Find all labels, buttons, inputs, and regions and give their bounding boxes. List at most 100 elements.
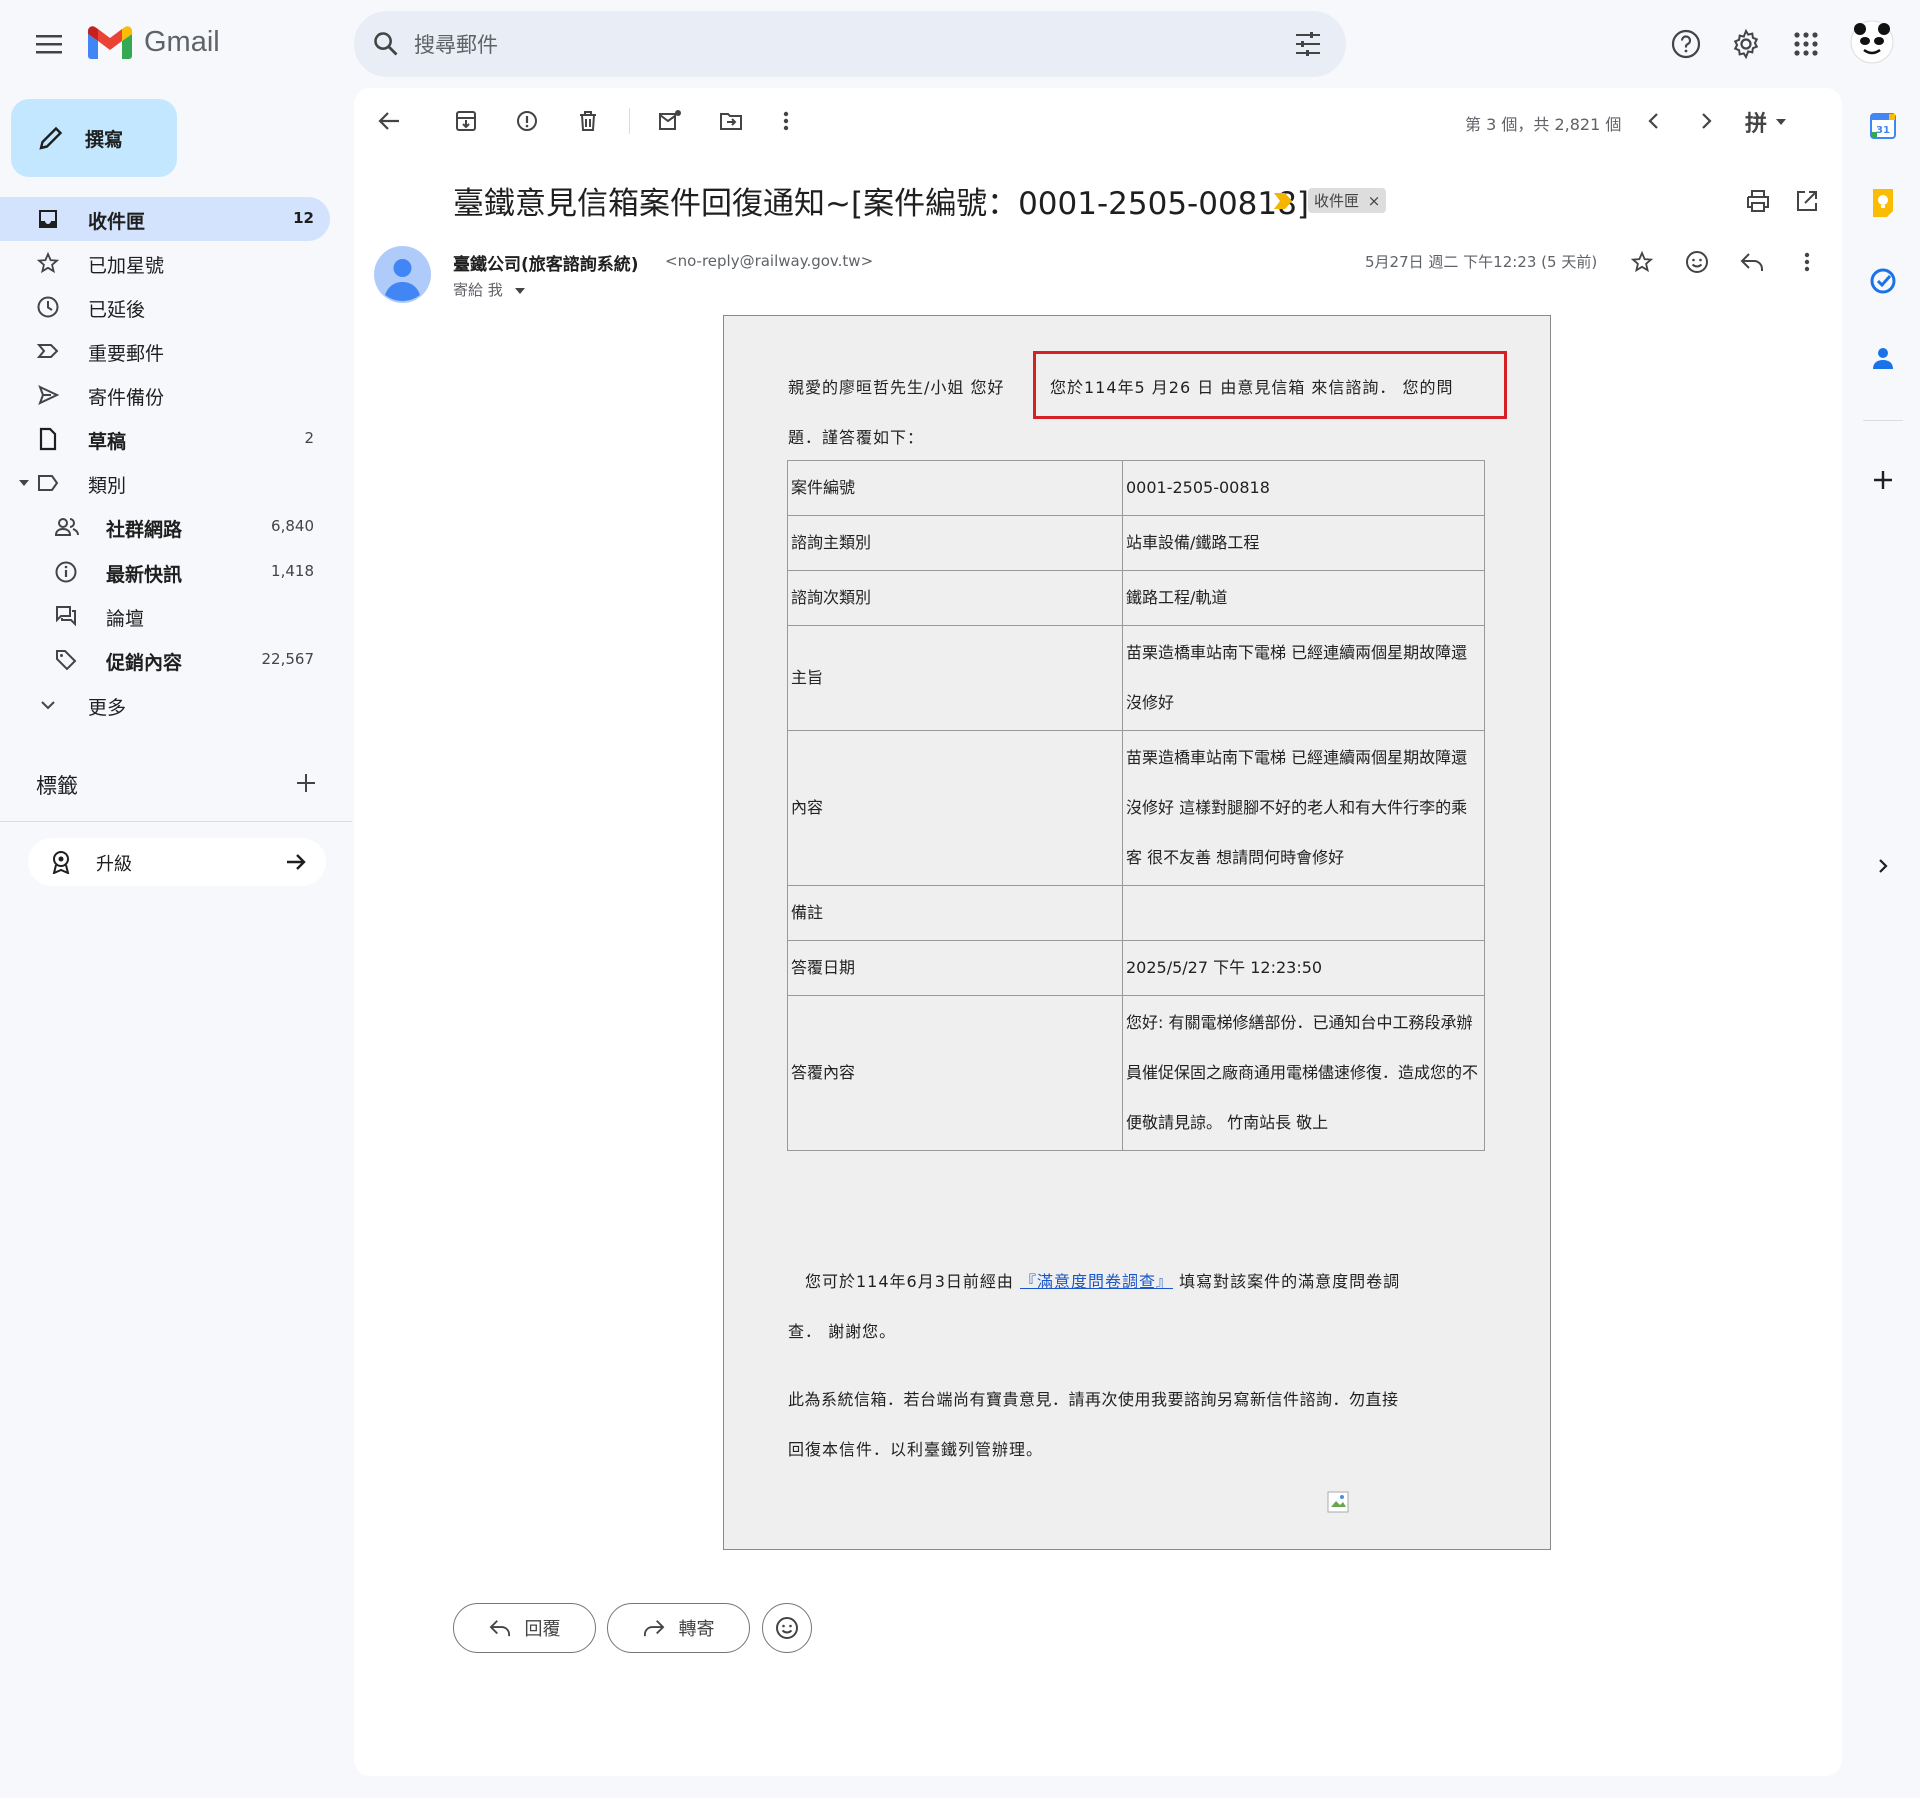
gear-icon: [1733, 29, 1759, 59]
upgrade-button[interactable]: 升級: [28, 838, 326, 886]
toolbar-divider: [629, 108, 630, 134]
contacts-person-icon: [1873, 348, 1893, 369]
more-actions-button[interactable]: [766, 101, 806, 141]
recipients-details[interactable]: 寄給 我: [453, 279, 526, 300]
nav-item-promotions[interactable]: 促銷內容 22,567: [0, 638, 330, 682]
get-addons-button[interactable]: [1865, 462, 1901, 498]
newer-button[interactable]: [1633, 101, 1673, 141]
case-value: 您好: 有關電梯修繕部份．已通知台中工務段承辦員催促保固之廠商通用電梯儘速修復．…: [1122, 995, 1485, 1151]
contacts-app-button[interactable]: [1865, 340, 1901, 376]
table-row: 諮詢次類別 鐵路工程/軌道: [787, 570, 1485, 626]
body-intro-cont: 題．謹答覆如下：: [788, 428, 925, 447]
nav-item-snoozed[interactable]: 已延後: [0, 285, 330, 329]
table-row: 諮詢主類別 站車設備/鐵路工程: [787, 515, 1485, 571]
account-avatar[interactable]: [1848, 18, 1896, 66]
nav-promotions-count: 22,567: [261, 650, 315, 668]
support-button[interactable]: [1662, 20, 1710, 68]
table-row: 備註: [787, 885, 1485, 941]
remove-label-icon[interactable]: ×: [1368, 192, 1381, 210]
print-button[interactable]: [1738, 181, 1778, 221]
tag-icon: [56, 650, 77, 671]
keep-app-button[interactable]: [1865, 185, 1901, 221]
survey-cont: 查． 謝謝您。: [788, 1322, 897, 1341]
body-intro-highlight: 您於114年5 月26 日 由意見信箱 來信諮詢． 您的問: [1050, 378, 1454, 397]
nav-item-categories[interactable]: 類別: [0, 461, 330, 505]
caret-down-icon[interactable]: [18, 479, 30, 487]
nav-drafts-count: 2: [304, 429, 314, 447]
search-bar[interactable]: 搜尋郵件: [354, 11, 1346, 77]
mark-unread-button[interactable]: [650, 101, 690, 141]
nav-inbox-label: 收件匣: [88, 211, 146, 233]
nav-item-inbox[interactable]: 收件匣 12: [0, 197, 330, 241]
reply-pill-button[interactable]: 回覆: [453, 1603, 596, 1653]
table-row: 答覆內容 您好: 有關電梯修繕部份．已通知台中工務段承辦員催促保固之廠商通用電梯儘…: [787, 995, 1485, 1151]
input-tools-button[interactable]: 拼: [1745, 106, 1787, 138]
add-label-icon[interactable]: [294, 771, 318, 795]
label-icon: [38, 475, 59, 491]
nav-item-more[interactable]: 更多: [0, 683, 330, 727]
open-new-window-button[interactable]: [1787, 181, 1827, 221]
nav-item-social[interactable]: 社群網路 6,840: [0, 505, 330, 549]
show-side-panel-button[interactable]: [1865, 848, 1901, 884]
forum-icon: [56, 606, 76, 627]
arrow-right-icon: [287, 854, 306, 870]
nav-item-sent[interactable]: 寄件備份: [0, 373, 330, 417]
back-button[interactable]: [369, 101, 409, 141]
calendar-app-button[interactable]: 31: [1865, 108, 1901, 144]
main-menu-button[interactable]: [25, 20, 73, 68]
search-input[interactable]: 搜尋郵件: [414, 29, 498, 59]
sender-avatar[interactable]: [374, 246, 431, 303]
nav-social-label: 社群網路: [106, 519, 183, 541]
case-key: 諮詢次類別: [787, 570, 1123, 626]
compose-button[interactable]: 撰寫: [11, 99, 177, 177]
nav-item-updates[interactable]: 最新快訊 1,418: [0, 550, 330, 594]
survey-post: 填寫對該案件的滿意度問卷調: [1179, 1272, 1401, 1291]
emoji-icon: [1686, 251, 1708, 273]
report-spam-button[interactable]: [507, 101, 547, 141]
forward-pill-button[interactable]: 轉寄: [607, 1603, 750, 1653]
rail-divider: [1863, 420, 1903, 421]
sender-name[interactable]: 臺鐵公司(旅客諮詢系統): [453, 250, 639, 275]
older-button[interactable]: [1687, 101, 1727, 141]
tasks-app-button[interactable]: [1865, 263, 1901, 299]
important-marker-icon[interactable]: [1274, 193, 1292, 209]
upgrade-label: 升級: [96, 854, 132, 875]
star-button[interactable]: [1622, 242, 1662, 282]
people-icon: [54, 518, 79, 536]
case-key: 案件編號: [787, 460, 1123, 516]
tasks-check-icon: [1870, 268, 1896, 294]
inbox-label-badge[interactable]: 收件匣 ×: [1308, 188, 1387, 213]
reply-button[interactable]: [1732, 242, 1772, 282]
broken-image-icon: [1327, 1491, 1349, 1513]
survey-link[interactable]: 『滿意度問卷調查』: [1020, 1272, 1173, 1291]
search-options-icon[interactable]: [1294, 31, 1322, 57]
message-more-button[interactable]: [1787, 242, 1827, 282]
sender-email: <no-reply@railway.gov.tw>: [665, 252, 874, 270]
mark-unread-icon: [659, 110, 681, 130]
archive-button[interactable]: [446, 101, 486, 141]
open-in-new-icon: [1797, 191, 1817, 211]
star-icon: [1630, 250, 1654, 273]
apps-button[interactable]: [1782, 20, 1830, 68]
archive-icon: [456, 111, 476, 131]
move-to-button[interactable]: [711, 101, 751, 141]
plus-icon: [1874, 471, 1892, 489]
report-icon: [517, 111, 537, 131]
search-icon[interactable]: [372, 30, 400, 58]
emoji-reaction-button[interactable]: [762, 1603, 812, 1653]
table-row: 答覆日期 2025/5/27 下午 12:23:50: [787, 940, 1485, 996]
footer-line-1: 此為系統信箱．若台端尚有寶貴意見．請再次使用我要諮詢另寫新信件諮詢．勿直接: [788, 1390, 1399, 1409]
footer-line-2: 回復本信件．以利臺鐵列管辦理。: [788, 1440, 1044, 1459]
nav-item-important[interactable]: 重要郵件: [0, 329, 330, 373]
gmail-logo[interactable]: Gmail: [88, 26, 220, 59]
input-tool-label: 拼: [1745, 112, 1768, 137]
keep-bulb-icon: [1873, 189, 1893, 217]
settings-button[interactable]: [1722, 20, 1770, 68]
nav-item-forums[interactable]: 論壇: [0, 594, 330, 638]
add-reaction-button[interactable]: [1677, 242, 1717, 282]
delete-button[interactable]: [568, 101, 608, 141]
nav-item-drafts[interactable]: 草稿 2: [0, 417, 330, 461]
app-name: Gmail: [144, 26, 220, 58]
case-info-table: 案件編號 0001-2505-00818 諮詢主類別 站車設備/鐵路工程 諮詢次類別…: [787, 460, 1485, 1151]
nav-item-starred[interactable]: 已加星號: [0, 241, 330, 285]
